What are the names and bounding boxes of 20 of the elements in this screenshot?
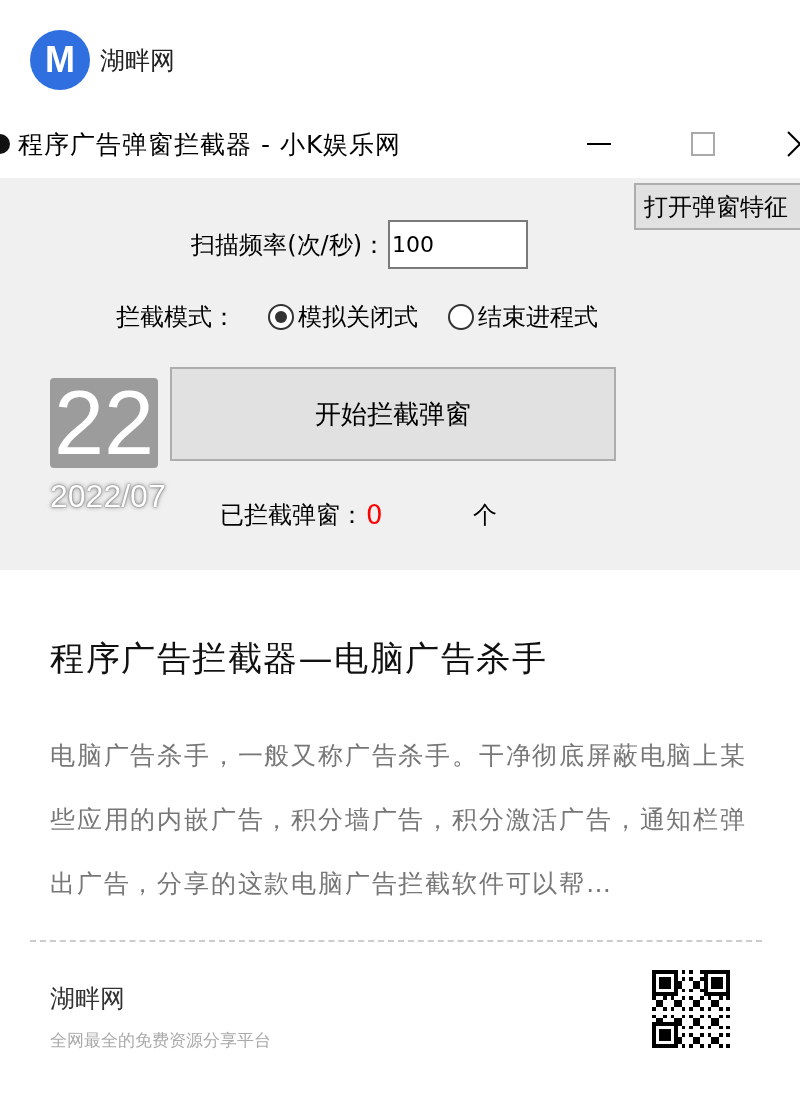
mode-label: 拦截模式： [116,302,236,333]
footer-tagline: 全网最全的免费资源分享平台 [50,1029,271,1052]
footer-site-name: 湖畔网 [50,983,126,1015]
article-summary: 电脑广告杀手，一般又称广告杀手。干净彻底屏蔽电脑上某些应用的内嵌广告，积分墙广告，积分激活广告，通知栏弹出广告，分享的这款电脑广告拦截软件可以帮… [50,740,748,900]
scan-rate-field[interactable]: 100 [388,220,528,269]
date-day: 22 [50,378,159,468]
start-blocking-button[interactable]: 开始拦截弹窗 [170,367,616,461]
app-icon [0,134,10,154]
mode-radio[interactable]: 结束进程式 [448,301,598,333]
blocked-count: 0 [366,500,384,530]
window-title: 程序广告弹窗拦截器 - 小K娱乐网 [18,128,403,161]
blocked-count-label: 已拦截弹窗： [220,500,364,531]
scan-rate-label: 扫描频率(次/秒)： [190,229,386,261]
mode-radio[interactable]: 模拟关闭式 [268,301,418,333]
date-month: 2022/07 [50,480,166,512]
feature-library-button[interactable]: 打开弹窗特征 [634,183,800,230]
site-name: 湖畔网 [100,44,175,77]
site-logo: M [30,30,90,90]
article-title: 程序广告拦截器—电脑广告杀手 [50,637,548,680]
count-unit: 个 [473,500,497,531]
